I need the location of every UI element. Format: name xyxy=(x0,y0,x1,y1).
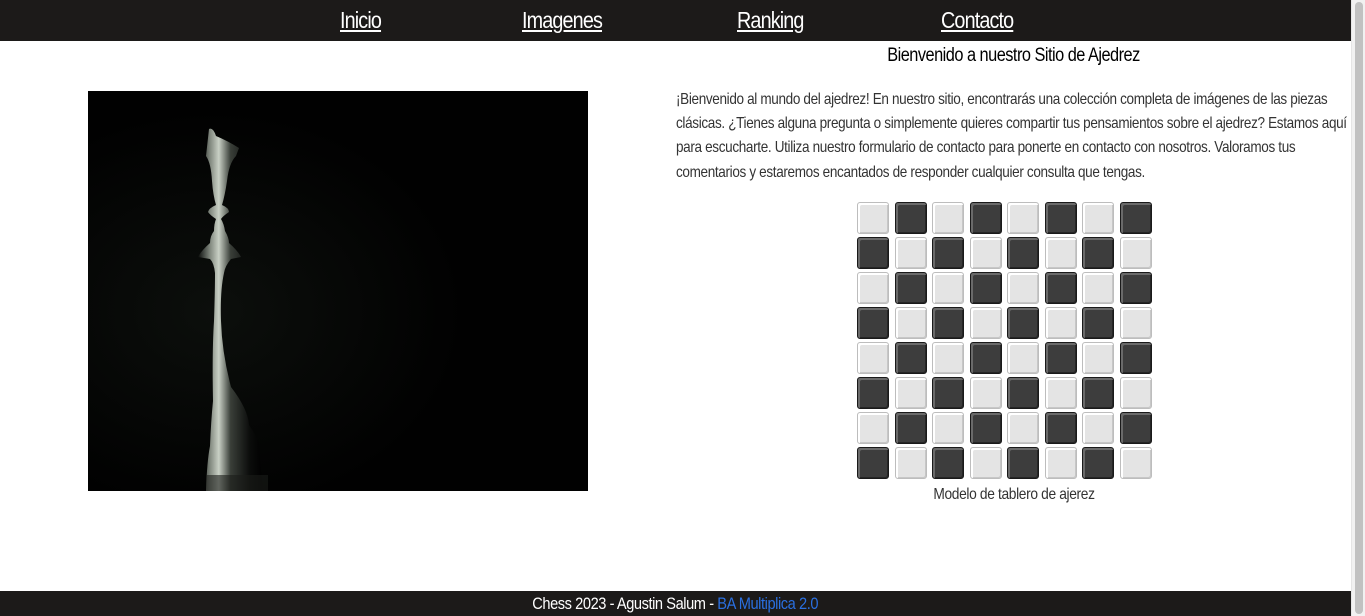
board-square xyxy=(857,307,889,339)
board-square xyxy=(932,237,964,269)
board-square xyxy=(857,342,889,374)
board-square xyxy=(932,342,964,374)
board-square xyxy=(1082,377,1114,409)
board-square xyxy=(1082,412,1114,444)
board-square xyxy=(895,447,927,479)
chessboard xyxy=(857,202,1155,482)
board-square xyxy=(970,377,1002,409)
board-square xyxy=(932,447,964,479)
board-square xyxy=(970,307,1002,339)
nav-link-imagenes[interactable]: Imagenes xyxy=(522,4,603,36)
board-square xyxy=(1120,447,1152,479)
board-square xyxy=(970,237,1002,269)
board-square xyxy=(895,202,927,234)
scrollbar-thumb[interactable] xyxy=(1355,2,1363,614)
nav-link-ranking[interactable]: Ranking xyxy=(737,4,804,36)
footer-link[interactable]: BA Multiplica 2.0 xyxy=(718,594,819,613)
page-title: Bienvenido a nuestro Sitio de Ajedrez xyxy=(887,45,1140,66)
board-square xyxy=(857,237,889,269)
board-square xyxy=(1007,447,1039,479)
board-square xyxy=(1045,307,1077,339)
board-square xyxy=(1045,237,1077,269)
footer-text: Chess 2023 - Agustin Salum - xyxy=(532,594,718,613)
board-square xyxy=(1120,377,1152,409)
board-square xyxy=(1007,377,1039,409)
intro-paragraph: ¡Bienvenido al mundo del ajedrez! En nue… xyxy=(676,91,1347,181)
footer-content: Chess 2023 - Agustin Salum - BA Multipli… xyxy=(533,591,819,616)
board-square xyxy=(932,307,964,339)
board-square xyxy=(1007,342,1039,374)
board-square xyxy=(895,237,927,269)
board-square xyxy=(895,412,927,444)
chess-queen-photo xyxy=(88,91,588,491)
board-square xyxy=(1045,377,1077,409)
board-square xyxy=(1082,307,1114,339)
board-square xyxy=(1007,202,1039,234)
board-square xyxy=(932,272,964,304)
board-square xyxy=(1120,202,1152,234)
board-square xyxy=(1082,272,1114,304)
board-square xyxy=(1007,307,1039,339)
board-square xyxy=(857,272,889,304)
nav-link-inicio[interactable]: Inicio xyxy=(340,4,382,36)
board-caption: Modelo de tablero de ajerez xyxy=(933,486,1095,503)
nav-link-contacto[interactable]: Contacto xyxy=(941,4,1014,36)
board-square xyxy=(1120,272,1152,304)
board-square xyxy=(1007,272,1039,304)
board-square xyxy=(895,377,927,409)
board-square xyxy=(1007,237,1039,269)
board-square xyxy=(932,412,964,444)
board-square xyxy=(1045,342,1077,374)
board-square xyxy=(1082,202,1114,234)
board-square xyxy=(970,447,1002,479)
board-square xyxy=(1120,342,1152,374)
board-square xyxy=(1045,412,1077,444)
board-square xyxy=(970,412,1002,444)
board-square xyxy=(857,447,889,479)
board-square xyxy=(1045,202,1077,234)
board-square xyxy=(970,202,1002,234)
board-square xyxy=(1045,447,1077,479)
board-square xyxy=(932,377,964,409)
board-square xyxy=(895,307,927,339)
board-square xyxy=(1120,237,1152,269)
board-square xyxy=(1120,307,1152,339)
vertical-scrollbar[interactable] xyxy=(1351,0,1365,616)
board-square xyxy=(857,202,889,234)
board-square xyxy=(932,202,964,234)
board-square xyxy=(1082,237,1114,269)
board-square xyxy=(970,342,1002,374)
board-square xyxy=(1082,342,1114,374)
board-square xyxy=(1045,272,1077,304)
board-square xyxy=(970,272,1002,304)
top-nav: Inicio Imagenes Ranking Contacto xyxy=(0,0,1351,41)
board-square xyxy=(857,377,889,409)
footer: Chess 2023 - Agustin Salum - BA Multipli… xyxy=(0,591,1351,616)
chess-queen-image xyxy=(88,91,588,491)
board-square xyxy=(1007,412,1039,444)
board-square xyxy=(895,342,927,374)
board-square xyxy=(895,272,927,304)
board-square xyxy=(857,412,889,444)
board-square xyxy=(1082,447,1114,479)
board-square xyxy=(1120,412,1152,444)
